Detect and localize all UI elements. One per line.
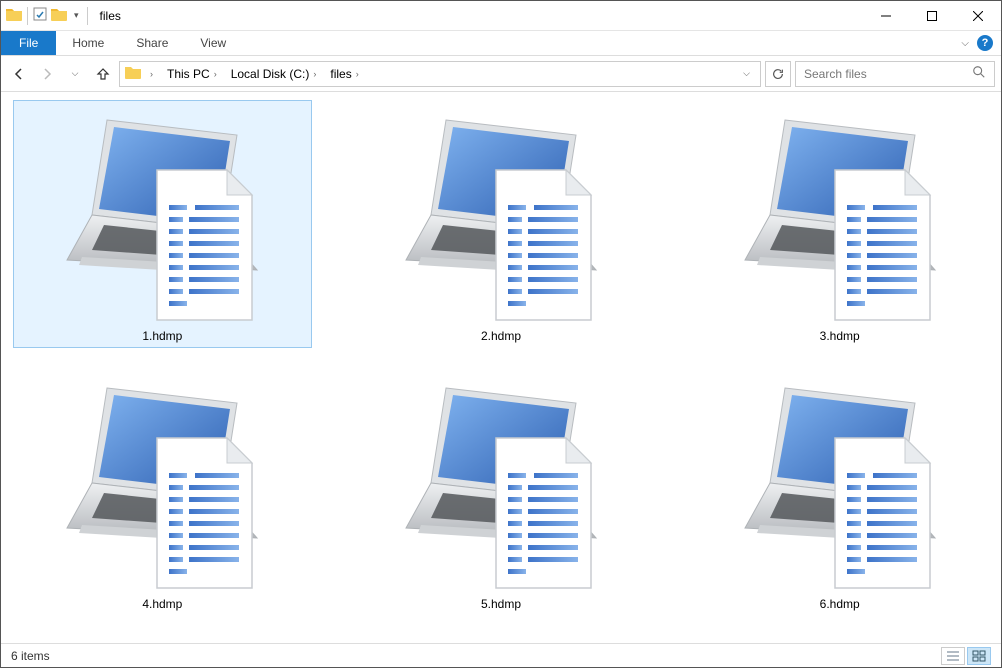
chevron-right-icon[interactable]: › [356, 69, 359, 79]
breadcrumb-segment[interactable]: This PC› [161, 62, 223, 86]
large-icons-view-button[interactable] [967, 647, 991, 665]
navigation-bar: ⌵ › This PC› Local Disk (C:)› files› ⌵ S… [1, 56, 1001, 92]
breadcrumb-segment[interactable]: files› [324, 62, 364, 86]
file-item[interactable]: 2.hdmp [352, 100, 651, 348]
help-icon[interactable]: ? [977, 35, 993, 51]
file-list-area[interactable]: 1.hdmp [1, 92, 1001, 643]
file-item[interactable]: 1.hdmp [13, 100, 312, 348]
title-bar: ▾ files [1, 1, 1001, 31]
folder-icon [124, 64, 142, 83]
file-name-label: 2.hdmp [481, 329, 521, 343]
file-item[interactable]: 6.hdmp [690, 368, 989, 616]
chevron-right-icon[interactable]: › [313, 69, 316, 79]
chevron-right-icon[interactable]: › [150, 69, 153, 79]
address-bar[interactable]: › This PC› Local Disk (C:)› files› ⌵ [119, 61, 761, 87]
hdmp-file-icon [730, 105, 950, 325]
file-item[interactable]: 5.hdmp [352, 368, 651, 616]
recent-locations-button[interactable]: ⌵ [63, 62, 87, 86]
tab-view[interactable]: View [184, 31, 242, 55]
file-tab[interactable]: File [1, 31, 56, 55]
file-name-label: 1.hdmp [142, 329, 182, 343]
forward-button[interactable] [35, 62, 59, 86]
chevron-right-icon[interactable]: › [214, 69, 217, 79]
up-button[interactable] [91, 62, 115, 86]
folder-icon-small[interactable] [50, 6, 68, 25]
maximize-button[interactable] [909, 1, 955, 31]
window-title: files [100, 9, 121, 23]
file-name-label: 4.hdmp [142, 597, 182, 611]
minimize-button[interactable] [863, 1, 909, 31]
hdmp-file-icon [52, 105, 272, 325]
ribbon: File Home Share View ⌵ ? [1, 31, 1001, 56]
refresh-button[interactable] [765, 61, 791, 87]
item-count: 6 items [11, 649, 50, 663]
quick-access-toolbar: ▾ [1, 6, 94, 25]
properties-icon[interactable] [32, 6, 48, 25]
breadcrumb-segment[interactable]: Local Disk (C:)› [225, 62, 323, 86]
search-placeholder: Search files [804, 67, 867, 81]
file-name-label: 5.hdmp [481, 597, 521, 611]
close-button[interactable] [955, 1, 1001, 31]
hdmp-file-icon [391, 373, 611, 593]
tab-home[interactable]: Home [56, 31, 120, 55]
collapse-ribbon-icon[interactable]: ⌵ [961, 38, 969, 49]
qat-dropdown-icon[interactable]: ▾ [70, 10, 83, 21]
address-dropdown-icon[interactable]: ⌵ [743, 68, 750, 79]
hdmp-file-icon [391, 105, 611, 325]
file-item[interactable]: 3.hdmp [690, 100, 989, 348]
file-item[interactable]: 4.hdmp [13, 368, 312, 616]
details-view-button[interactable] [941, 647, 965, 665]
search-icon [972, 65, 986, 82]
search-input[interactable]: Search files [795, 61, 995, 87]
hdmp-file-icon [52, 373, 272, 593]
back-button[interactable] [7, 62, 31, 86]
file-name-label: 6.hdmp [820, 597, 860, 611]
window-controls [863, 1, 1001, 31]
hdmp-file-icon [730, 373, 950, 593]
status-bar: 6 items [1, 643, 1001, 667]
file-name-label: 3.hdmp [820, 329, 860, 343]
folder-icon [5, 6, 23, 25]
tab-share[interactable]: Share [120, 31, 184, 55]
